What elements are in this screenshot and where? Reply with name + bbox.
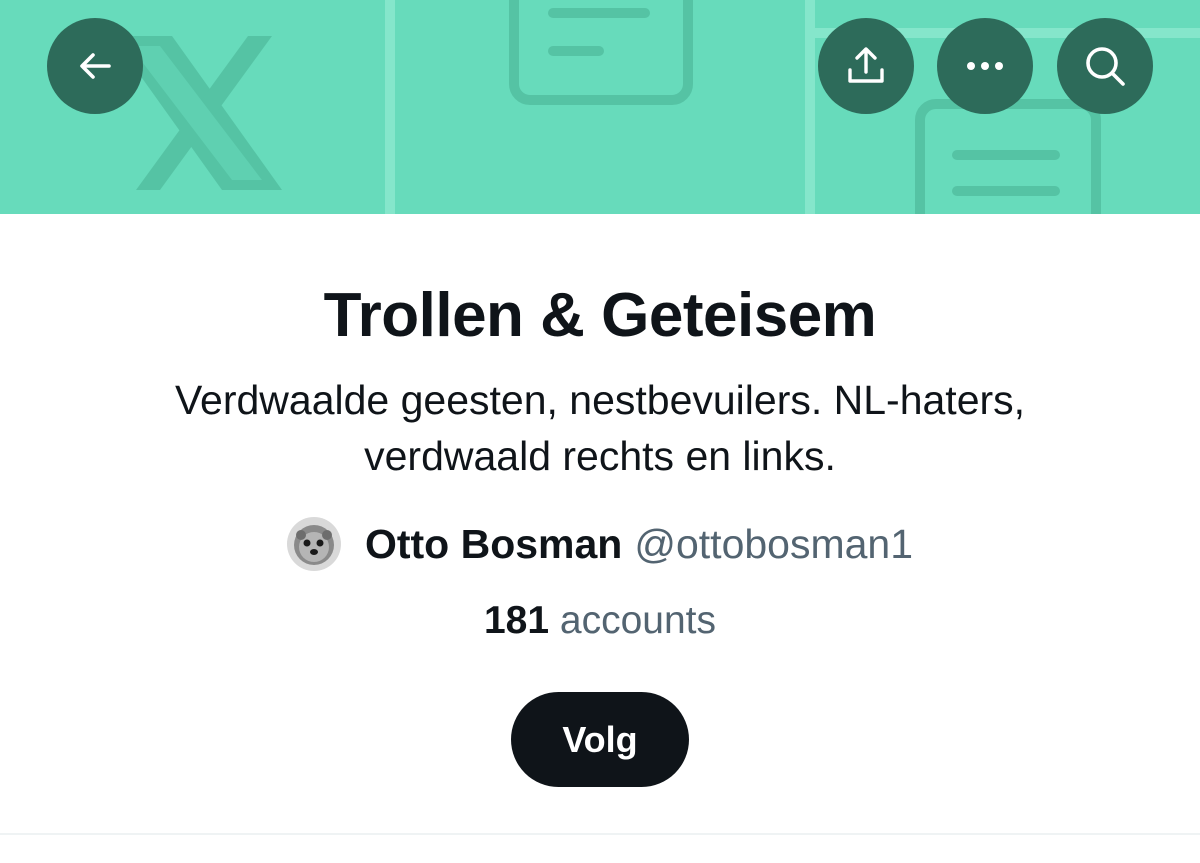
member-count-label: accounts: [559, 599, 717, 642]
owner-handle[interactable]: @ottobosman1: [634, 521, 913, 568]
member-count[interactable]: 181 accounts: [0, 596, 1200, 646]
avatar[interactable]: [286, 517, 341, 571]
arrow-left-icon: [80, 53, 111, 79]
owner-avatar-image: [286, 517, 341, 571]
back-button[interactable]: [47, 18, 143, 114]
member-count-number: 181: [483, 599, 550, 642]
list-banner: [0, 0, 1200, 214]
follow-button[interactable]: Volg: [511, 692, 689, 787]
more-button[interactable]: [937, 18, 1033, 114]
share-upload-icon: [848, 47, 884, 83]
share-button[interactable]: [818, 18, 914, 114]
divider: [0, 833, 1200, 835]
list-title: Trollen & Geteisem: [323, 281, 877, 350]
list-owner[interactable]: Otto Bosman @ottobosman1: [0, 512, 1200, 576]
search-icon: [1086, 47, 1125, 86]
banner-illustration: [112, 0, 1200, 214]
list-details: Trollen & Geteisem Verdwaalde geesten, n…: [0, 214, 1200, 834]
list-description: Verdwaalde geesten, nestbevuilers. NL-ha…: [174, 377, 1026, 479]
search-button[interactable]: [1057, 18, 1153, 114]
more-dots-icon: [967, 62, 1003, 70]
owner-name[interactable]: Otto Bosman: [365, 521, 622, 568]
